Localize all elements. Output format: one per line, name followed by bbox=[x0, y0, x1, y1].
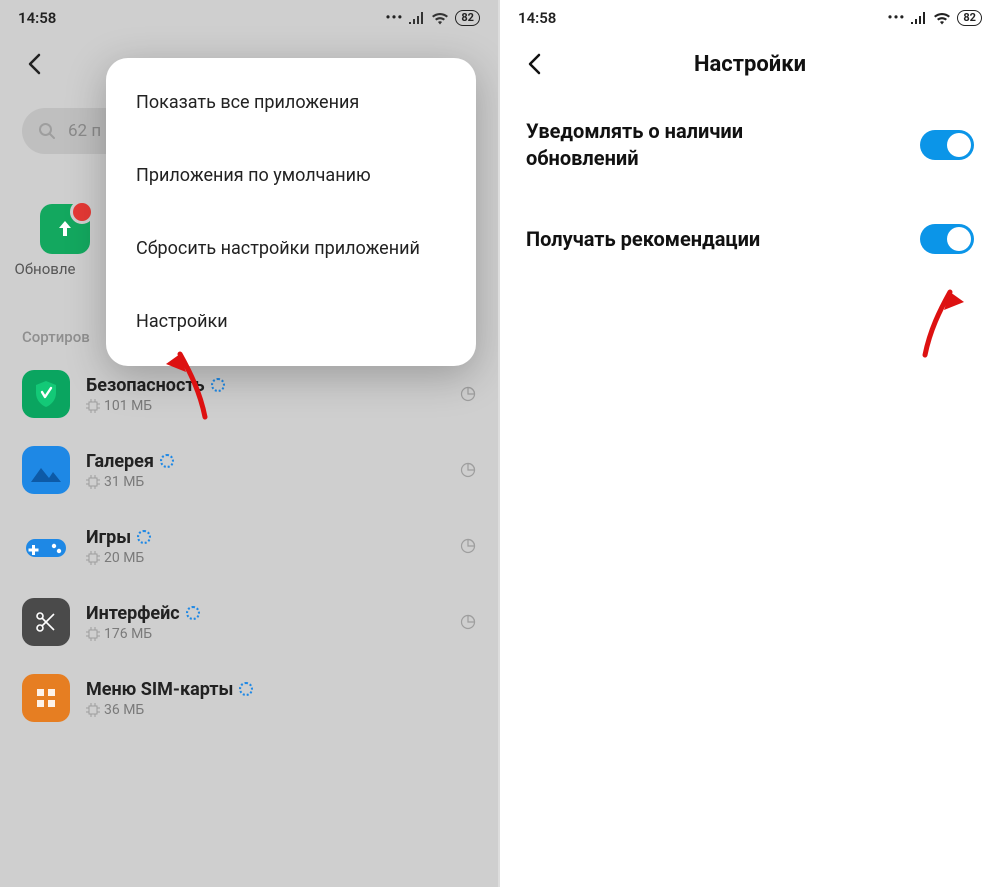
status-time: 14:58 bbox=[518, 9, 556, 27]
interface-app-icon bbox=[22, 598, 70, 646]
app-size: 20 МБ bbox=[104, 550, 144, 566]
app-size: 31 МБ bbox=[104, 474, 144, 490]
status-bar: 14:58 ••• 82 bbox=[0, 0, 498, 36]
setting-row-recommendations[interactable]: Получать рекомендации bbox=[500, 198, 1000, 280]
gallery-app-icon bbox=[22, 446, 70, 494]
menu-item-default-apps[interactable]: Приложения по умолчанию bbox=[106, 139, 476, 212]
app-row[interactable]: Безопасность 101 МБ bbox=[0, 356, 498, 432]
grid-icon bbox=[34, 686, 58, 710]
app-row[interactable]: Меню SIM-карты 36 МБ bbox=[0, 660, 498, 736]
chip-icon bbox=[86, 551, 100, 565]
toggle-recommendations[interactable] bbox=[920, 224, 974, 254]
app-info: Меню SIM-карты 36 МБ bbox=[86, 679, 476, 718]
search-text: 62 п bbox=[68, 121, 101, 141]
shield-icon bbox=[34, 380, 58, 408]
pie-chart-icon bbox=[460, 614, 476, 630]
menu-item-show-all-apps[interactable]: Показать все приложения bbox=[106, 66, 476, 139]
security-app-icon bbox=[22, 370, 70, 418]
app-name: Игры bbox=[86, 527, 131, 548]
chip-icon bbox=[86, 627, 100, 641]
app-info: Интерфейс 176 МБ bbox=[86, 603, 444, 642]
battery-icon: 82 bbox=[957, 10, 982, 26]
status-right: ••• 82 bbox=[385, 10, 480, 26]
signal-dots-icon: ••• bbox=[385, 10, 403, 26]
back-button[interactable] bbox=[20, 50, 48, 78]
back-button[interactable] bbox=[520, 50, 548, 78]
setting-row-updates-notify[interactable]: Уведомлять о наличии обновлений bbox=[500, 92, 1000, 198]
chip-icon bbox=[86, 475, 100, 489]
gamepad-icon bbox=[24, 531, 68, 561]
chip-icon bbox=[86, 703, 100, 717]
menu-item-reset-app-prefs[interactable]: Сбросить настройки приложений bbox=[106, 212, 476, 285]
chevron-left-icon bbox=[527, 53, 541, 75]
app-info: Безопасность 101 МБ bbox=[86, 375, 444, 414]
loading-spinner-icon bbox=[239, 682, 253, 696]
pie-chart-icon bbox=[460, 538, 476, 554]
search-icon bbox=[38, 122, 56, 140]
setting-label: Уведомлять о наличии обновлений bbox=[526, 118, 846, 172]
app-info: Галерея 31 МБ bbox=[86, 451, 444, 490]
app-size: 36 МБ bbox=[104, 702, 144, 718]
app-row[interactable]: Галерея 31 МБ bbox=[0, 432, 498, 508]
right-header: Настройки bbox=[500, 36, 1000, 92]
pie-chart-icon bbox=[460, 386, 476, 402]
overflow-menu-popup: Показать все приложения Приложения по ум… bbox=[106, 58, 476, 366]
app-info: Игры 20 МБ bbox=[86, 527, 444, 566]
chip-icon bbox=[86, 399, 100, 413]
annotation-arrow-icon bbox=[160, 342, 220, 422]
updates-label: Обновле bbox=[15, 260, 76, 278]
games-app-icon bbox=[22, 522, 70, 570]
chevron-left-icon bbox=[27, 53, 41, 75]
status-right: ••• 82 bbox=[887, 10, 982, 26]
loading-spinner-icon bbox=[186, 606, 200, 620]
app-row[interactable]: Интерфейс 176 МБ bbox=[0, 584, 498, 660]
setting-label: Получать рекомендации bbox=[526, 226, 760, 253]
cellular-icon bbox=[911, 12, 927, 24]
app-name: Интерфейс bbox=[86, 603, 180, 624]
right-pane: 14:58 ••• 82 Настройки Уведомлять о нали… bbox=[500, 0, 1000, 887]
left-pane: 14:58 ••• 82 62 п Обновле Сортиров bbox=[0, 0, 500, 887]
page-title: Настройки bbox=[548, 52, 952, 77]
sim-menu-app-icon bbox=[22, 674, 70, 722]
status-bar: 14:58 ••• 82 bbox=[500, 0, 1000, 36]
app-row[interactable]: Игры 20 МБ bbox=[0, 508, 498, 584]
arrow-up-icon bbox=[54, 218, 76, 240]
wifi-icon bbox=[933, 12, 951, 25]
picture-icon bbox=[31, 458, 61, 482]
annotation-arrow-icon bbox=[910, 280, 970, 360]
app-size: 101 МБ bbox=[104, 398, 152, 414]
app-name: Галерея bbox=[86, 451, 154, 472]
toggle-updates-notify[interactable] bbox=[920, 130, 974, 160]
scissors-icon bbox=[34, 610, 58, 634]
updates-app-icon[interactable] bbox=[40, 204, 90, 254]
loading-spinner-icon bbox=[160, 454, 174, 468]
pie-chart-icon bbox=[460, 462, 476, 478]
battery-icon: 82 bbox=[455, 10, 480, 26]
app-name: Меню SIM-карты bbox=[86, 679, 233, 700]
loading-spinner-icon bbox=[137, 530, 151, 544]
wifi-icon bbox=[431, 12, 449, 25]
app-size: 176 МБ bbox=[104, 626, 152, 642]
cellular-icon bbox=[409, 12, 425, 24]
signal-dots-icon: ••• bbox=[887, 10, 905, 26]
status-time: 14:58 bbox=[18, 9, 56, 27]
